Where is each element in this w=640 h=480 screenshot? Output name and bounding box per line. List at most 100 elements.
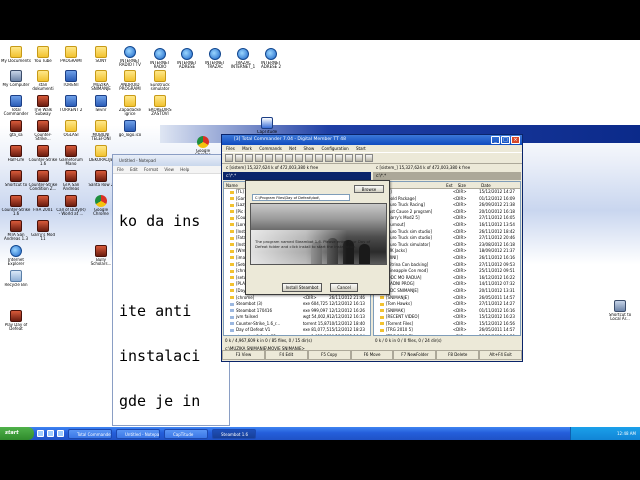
- desktop-icon[interactable]: My Computer: [1, 70, 31, 92]
- table-row[interactable]: [Tom Hawks] <DIR> 27/11/2012 14:27: [374, 301, 520, 308]
- table-row[interactable]: [Torrent Files] <DIR> 15/12/2012 16:56: [374, 321, 520, 328]
- desktop-icon[interactable]: TRAZAC INTERNET_1: [228, 48, 258, 70]
- tc-menu-mark[interactable]: Mark: [242, 146, 252, 151]
- desktop-icon[interactable]: TORENT: [56, 70, 86, 92]
- brief-view-icon[interactable]: [235, 154, 243, 162]
- forward-icon[interactable]: [285, 154, 293, 162]
- notepad-icon[interactable]: [365, 154, 373, 162]
- col-ext[interactable]: Ext: [444, 182, 456, 188]
- desktop-icon[interactable]: MTA San Andreas 1.3: [1, 220, 31, 242]
- desktop-icon[interactable]: FIFA 2001: [28, 195, 58, 217]
- notepad-menu-format[interactable]: Format: [144, 167, 158, 172]
- desktop-icon[interactable]: OGLASI: [56, 120, 86, 142]
- desktop-icon[interactable]: Garry's Mod 11: [28, 220, 58, 242]
- show-desktop-icon[interactable]: [37, 430, 44, 437]
- desktop-icon[interactable]: INTERNET TRAZAC: [200, 48, 230, 70]
- f7-newfolder-button[interactable]: F7 NewFolder: [393, 350, 437, 360]
- refresh-icon[interactable]: [225, 154, 233, 162]
- notepad-menu-help[interactable]: Help: [180, 167, 189, 172]
- desktop-icon[interactable]: The Walk Subway: [28, 95, 58, 117]
- invert-icon[interactable]: [265, 154, 273, 162]
- table-row[interactable]: [Just Cause 2 program] <DIR> 20/10/2012 16…: [374, 209, 520, 216]
- pack-icon[interactable]: [295, 154, 303, 162]
- left-path[interactable]: c:\*.*: [223, 172, 371, 180]
- desktop-icon[interactable]: Counter-Strike 1.6: [1, 195, 31, 217]
- desktop-icon[interactable]: Half-Life: [1, 145, 31, 167]
- unpack-icon[interactable]: [305, 154, 313, 162]
- maximize-icon[interactable]: □: [501, 136, 510, 144]
- notepad-window[interactable]: Untitled - Notepad File Edit Format View…: [112, 154, 230, 426]
- notepad-text-area[interactable]: ko da ins ite anti instalaci gde je in: [113, 174, 229, 439]
- desktop-icon[interactable]: TORRENT 2: [56, 95, 86, 117]
- table-row[interactable]: [SDC SNIMANJE] <DIR> 20/11/2012 13:31: [374, 288, 520, 295]
- left-drive-info[interactable]: c [sistem] 15,327,624 k of 472,003,380 k…: [222, 164, 372, 172]
- table-row[interactable]: [Euro Truck simulator] <DIR> 23/08/2012 16…: [374, 242, 520, 249]
- desktop-icon[interactable]: gta_sa: [1, 120, 31, 142]
- desktop-icon[interactable]: go_logo.ico: [115, 120, 145, 142]
- f3-view-button[interactable]: F3 View: [222, 350, 265, 360]
- table-row[interactable]: [..]<DIR>15/12/2012 14:27: [374, 189, 520, 196]
- desktop-icon[interactable]: Total Commander: [1, 95, 31, 117]
- table-row[interactable]: [RECENT VIDEO] <DIR> 15/12/2012 16:23: [374, 314, 520, 321]
- table-row[interactable]: [Euro Truck sim studio] <DIR> 26/11/2012 1…: [374, 229, 520, 236]
- table-row[interactable]: Steambot 170416 exe 999,097 12/12/2012 16:…: [224, 308, 370, 315]
- col-date[interactable]: Date: [479, 182, 520, 188]
- desktop-icon[interactable]: GTA San Andreas: [56, 170, 86, 192]
- search-icon[interactable]: [315, 154, 323, 162]
- desktop-icon[interactable]: Recycle Bin: [1, 270, 31, 292]
- desktop-icon[interactable]: Gameforum Mano: [56, 145, 86, 167]
- table-row[interactable]: [MINI] <DIR> 26/11/2012 16:16: [374, 255, 520, 262]
- desktop-icon[interactable]: My Documents: [1, 46, 31, 68]
- desktop-icon[interactable]: You Tube: [28, 46, 58, 68]
- table-row[interactable]: Day of Defeat V1exe 81,077,56215/12/2012…: [224, 327, 370, 334]
- table-row[interactable]: [RADNI PROG] <DIR> 14/11/2012 07:32: [374, 281, 520, 288]
- table-row[interactable]: [Gold Package] <DIR> 01/12/2012 16:09: [374, 196, 520, 203]
- table-row[interactable]: Counter-Strike_1.6_r... torrent 15,871 10/…: [224, 321, 370, 328]
- f4-edit-button[interactable]: F4 Edit: [264, 350, 308, 360]
- notepad-title-bar[interactable]: Untitled - Notepad: [113, 155, 229, 166]
- desktop-icon[interactable]: EKOREDIRS ZASTOVI: [145, 95, 175, 117]
- desktop-icon[interactable]: MOBILNI TELEFONI: [86, 120, 116, 142]
- desktop-icon[interactable]: Eurotruck simulator: [145, 70, 175, 92]
- cancel-button[interactable]: Cancel: [330, 283, 358, 292]
- install-button[interactable]: Install Steambot: [282, 283, 322, 292]
- install-path-field[interactable]: C:\Program Files\Day of Defeat\dod\: [252, 194, 350, 201]
- desktop-icon[interactable]: ANDROID PROGRAMI: [115, 70, 145, 92]
- desktop-icon[interactable]: INTERNET RADIO I TV: [115, 46, 145, 68]
- desktop-icon[interactable]: Call of Duty(R) - World at ...: [56, 195, 86, 217]
- desktop-icon[interactable]: Counter-Strike Condition Z...: [28, 170, 58, 192]
- rename-icon[interactable]: [325, 154, 333, 162]
- f8-delete-button[interactable]: F8 Delete: [436, 350, 480, 360]
- table-row[interactable]: steambot 3.0 win32exe 1,023,59010/12/201…: [224, 334, 370, 335]
- table-row[interactable]: [Euro Truck sim studio] <DIR> 27/11/2012 2…: [374, 235, 520, 242]
- right-path[interactable]: c:\*.*: [373, 172, 521, 180]
- table-row[interactable]: [Garry's Mod2 5] <DIR> 27/11/2012 16:05: [374, 215, 520, 222]
- back-icon[interactable]: [275, 154, 283, 162]
- desktop-icon[interactable]: MUZIKA SNIMANJE: [86, 70, 116, 92]
- taskbar-button[interactable]: Untitled - Notepad: [116, 428, 160, 439]
- tc-menu-configuration[interactable]: Configuration: [322, 146, 349, 151]
- right-drive-info[interactable]: c [sistem_] 15,327,624 k of 472,003,380 …: [372, 164, 522, 172]
- full-view-icon[interactable]: [245, 154, 253, 162]
- table-row[interactable]: [Burnout] <DIR> 16/11/2012 13:54: [374, 222, 520, 229]
- desktop-icon[interactable]: PROGRAMI: [56, 46, 86, 68]
- clock[interactable]: 12:48 AM: [617, 431, 636, 436]
- desktop-icon[interactable]: Iwvnr: [86, 95, 116, 117]
- f5-copy-button[interactable]: F5 Copy: [307, 350, 351, 360]
- col-size[interactable]: Size: [456, 182, 479, 188]
- browse-button[interactable]: Browse: [354, 185, 384, 193]
- media-quicklaunch-icon[interactable]: [57, 430, 64, 437]
- desktop-icon[interactable]: Shortcut to: [1, 170, 31, 192]
- tc-menu-net[interactable]: Net: [289, 146, 296, 151]
- table-row[interactable]: [SNIMANJE] <DIR> 26/05/2011 14:57: [374, 295, 520, 302]
- desktop-icon[interactable]: Counter-Strike...: [28, 120, 58, 142]
- tc-menu-start[interactable]: Start: [356, 146, 366, 151]
- desktop-icon[interactable]: Zapadacke igrice: [115, 95, 145, 117]
- tc-menu-files[interactable]: Files: [226, 146, 235, 151]
- desktop-icon[interactable]: INTERNET ADRESE 2: [256, 48, 286, 70]
- right-file-panel[interactable]: Name Ext Size Date [..]<DIR>15/12/2012 1…: [373, 181, 521, 336]
- table-row[interactable]: [chrome] <DIR> 26/11/2012 21:46: [224, 295, 370, 302]
- disconnect-icon[interactable]: [345, 154, 353, 162]
- desktop-icon[interactable]: Play Day of Defeat: [1, 310, 31, 332]
- table-row[interactable]: Steambot (3) exe 604,725 12/12/2012 16:13: [224, 301, 370, 308]
